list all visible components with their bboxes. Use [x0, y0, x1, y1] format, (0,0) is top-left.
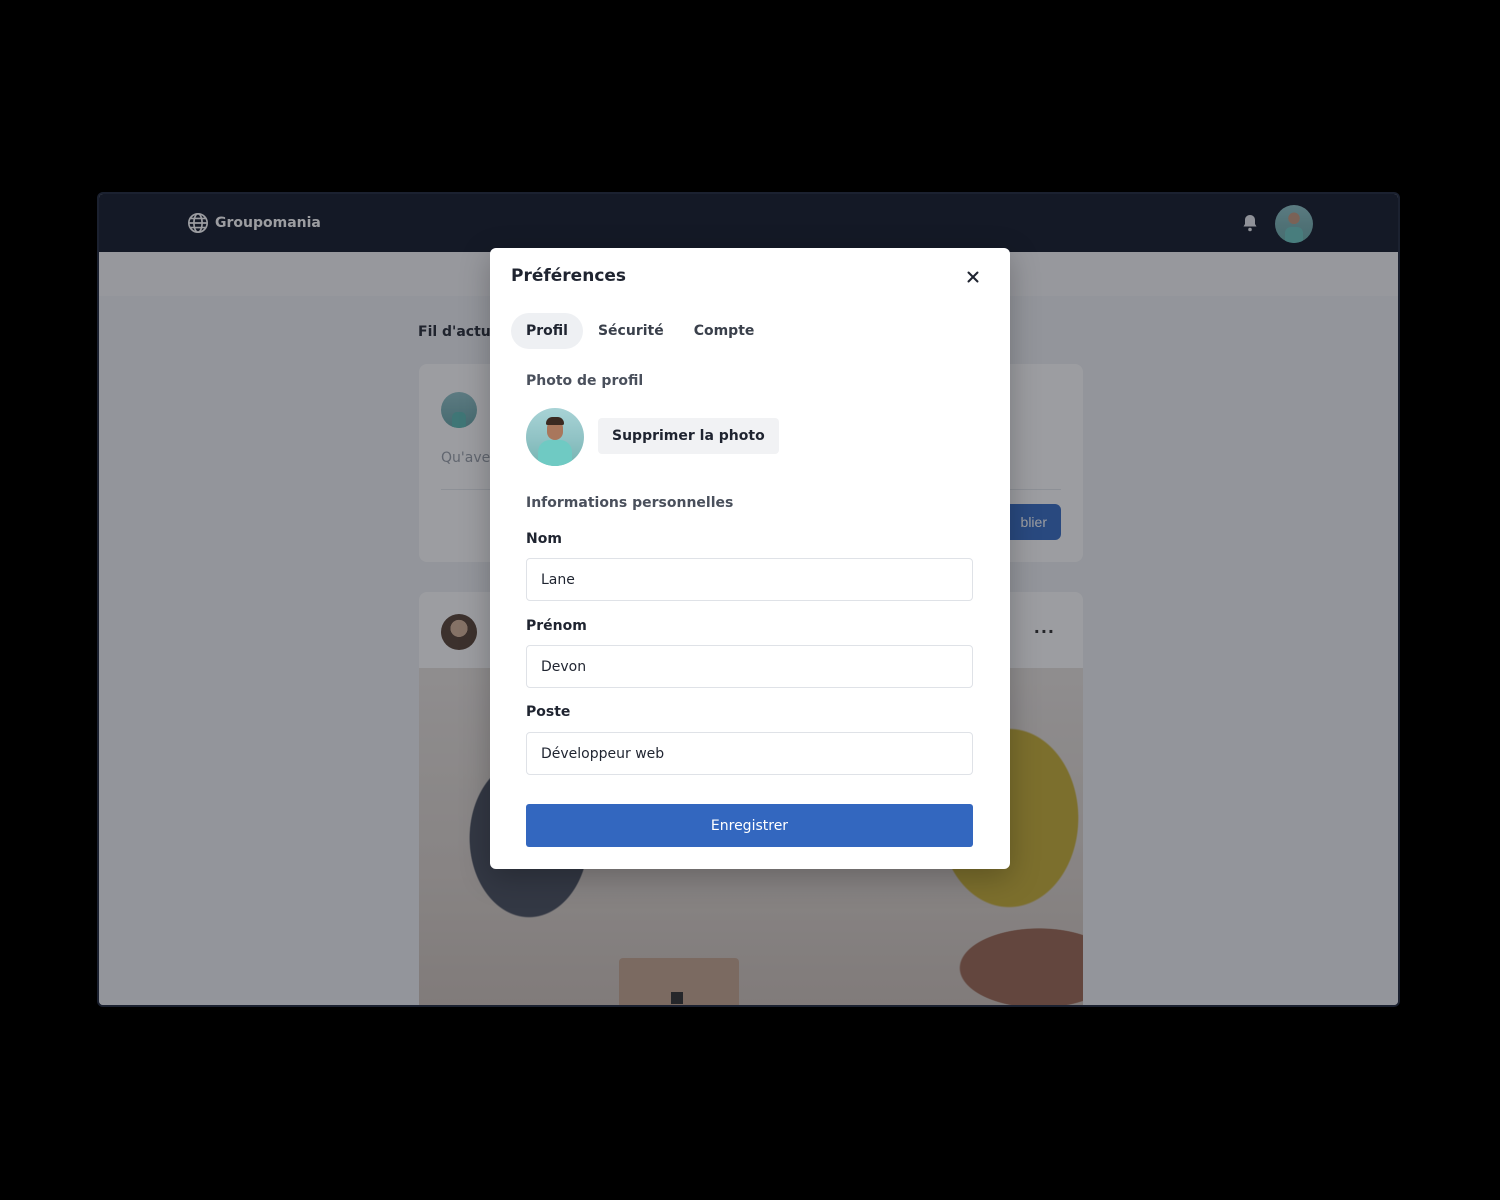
nom-input[interactable] — [526, 558, 973, 601]
tab-securite[interactable]: Sécurité — [583, 313, 679, 349]
close-icon — [967, 271, 979, 282]
poste-label: Poste — [526, 704, 571, 720]
nom-label: Nom — [526, 531, 562, 547]
preferences-tabs: Profil Sécurité Compte — [511, 313, 769, 349]
remove-photo-button[interactable]: Supprimer la photo — [598, 418, 779, 454]
modal-title: Préférences — [511, 266, 627, 286]
prenom-label: Prénom — [526, 618, 587, 634]
prenom-input[interactable] — [526, 645, 973, 688]
preferences-modal: Préférences Profil Sécurité Compte Photo… — [490, 248, 1010, 869]
photo-section-heading: Photo de profil — [526, 373, 644, 389]
info-section-heading: Informations personnelles — [526, 495, 734, 511]
save-button[interactable]: Enregistrer — [526, 804, 973, 847]
profile-photo-body — [538, 440, 572, 466]
poste-input[interactable] — [526, 732, 973, 775]
close-button[interactable] — [963, 268, 983, 288]
tab-compte[interactable]: Compte — [679, 313, 770, 349]
tab-profil[interactable]: Profil — [511, 313, 583, 349]
profile-photo-hair — [546, 417, 564, 425]
profile-photo — [526, 408, 584, 466]
